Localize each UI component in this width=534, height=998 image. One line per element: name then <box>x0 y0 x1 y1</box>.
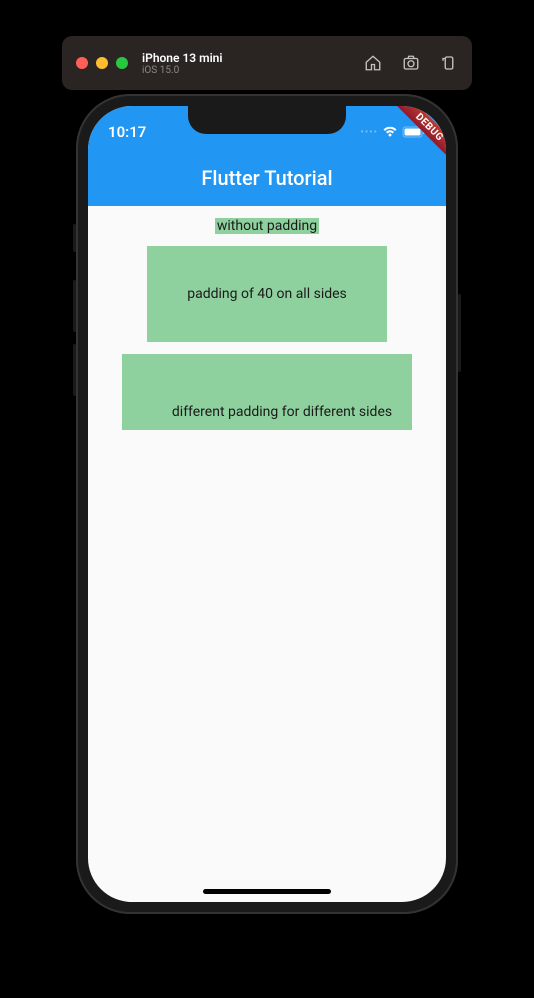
volume-down-button <box>73 344 76 396</box>
phone-notch <box>188 106 346 134</box>
close-window-button[interactable] <box>76 57 88 69</box>
box-no-padding: without padding <box>215 218 319 234</box>
box-uniform-padding: padding of 40 on all sides <box>147 246 387 342</box>
home-icon[interactable] <box>364 54 382 72</box>
simulator-title-area: iPhone 13 mini iOS 15.0 <box>142 51 364 76</box>
silent-switch <box>73 224 76 252</box>
device-name-label: iPhone 13 mini <box>142 51 364 65</box>
app-bar: Flutter Tutorial <box>88 150 446 206</box>
simulator-toolbar: iPhone 13 mini iOS 15.0 <box>62 36 472 90</box>
power-button <box>458 294 461 372</box>
home-indicator[interactable] <box>203 889 331 894</box>
volume-up-button <box>73 280 76 332</box>
box-asymmetric-padding: different padding for different sides <box>122 354 412 430</box>
phone-screen: DEBUG 10:17 •••• <box>88 106 446 902</box>
screenshot-icon[interactable] <box>402 54 420 72</box>
rotate-icon[interactable] <box>440 54 458 72</box>
minimize-window-button[interactable] <box>96 57 108 69</box>
app-bar-title: Flutter Tutorial <box>201 166 332 190</box>
maximize-window-button[interactable] <box>116 57 128 69</box>
status-time: 10:17 <box>108 123 146 141</box>
window-controls <box>76 57 128 69</box>
content-area: without padding padding of 40 on all sid… <box>88 206 446 430</box>
os-version-label: iOS 15.0 <box>142 65 364 76</box>
simulator-action-icons <box>364 54 458 72</box>
wifi-icon <box>382 123 398 142</box>
cellular-icon: •••• <box>361 127 379 138</box>
phone-frame: DEBUG 10:17 •••• <box>76 94 458 914</box>
